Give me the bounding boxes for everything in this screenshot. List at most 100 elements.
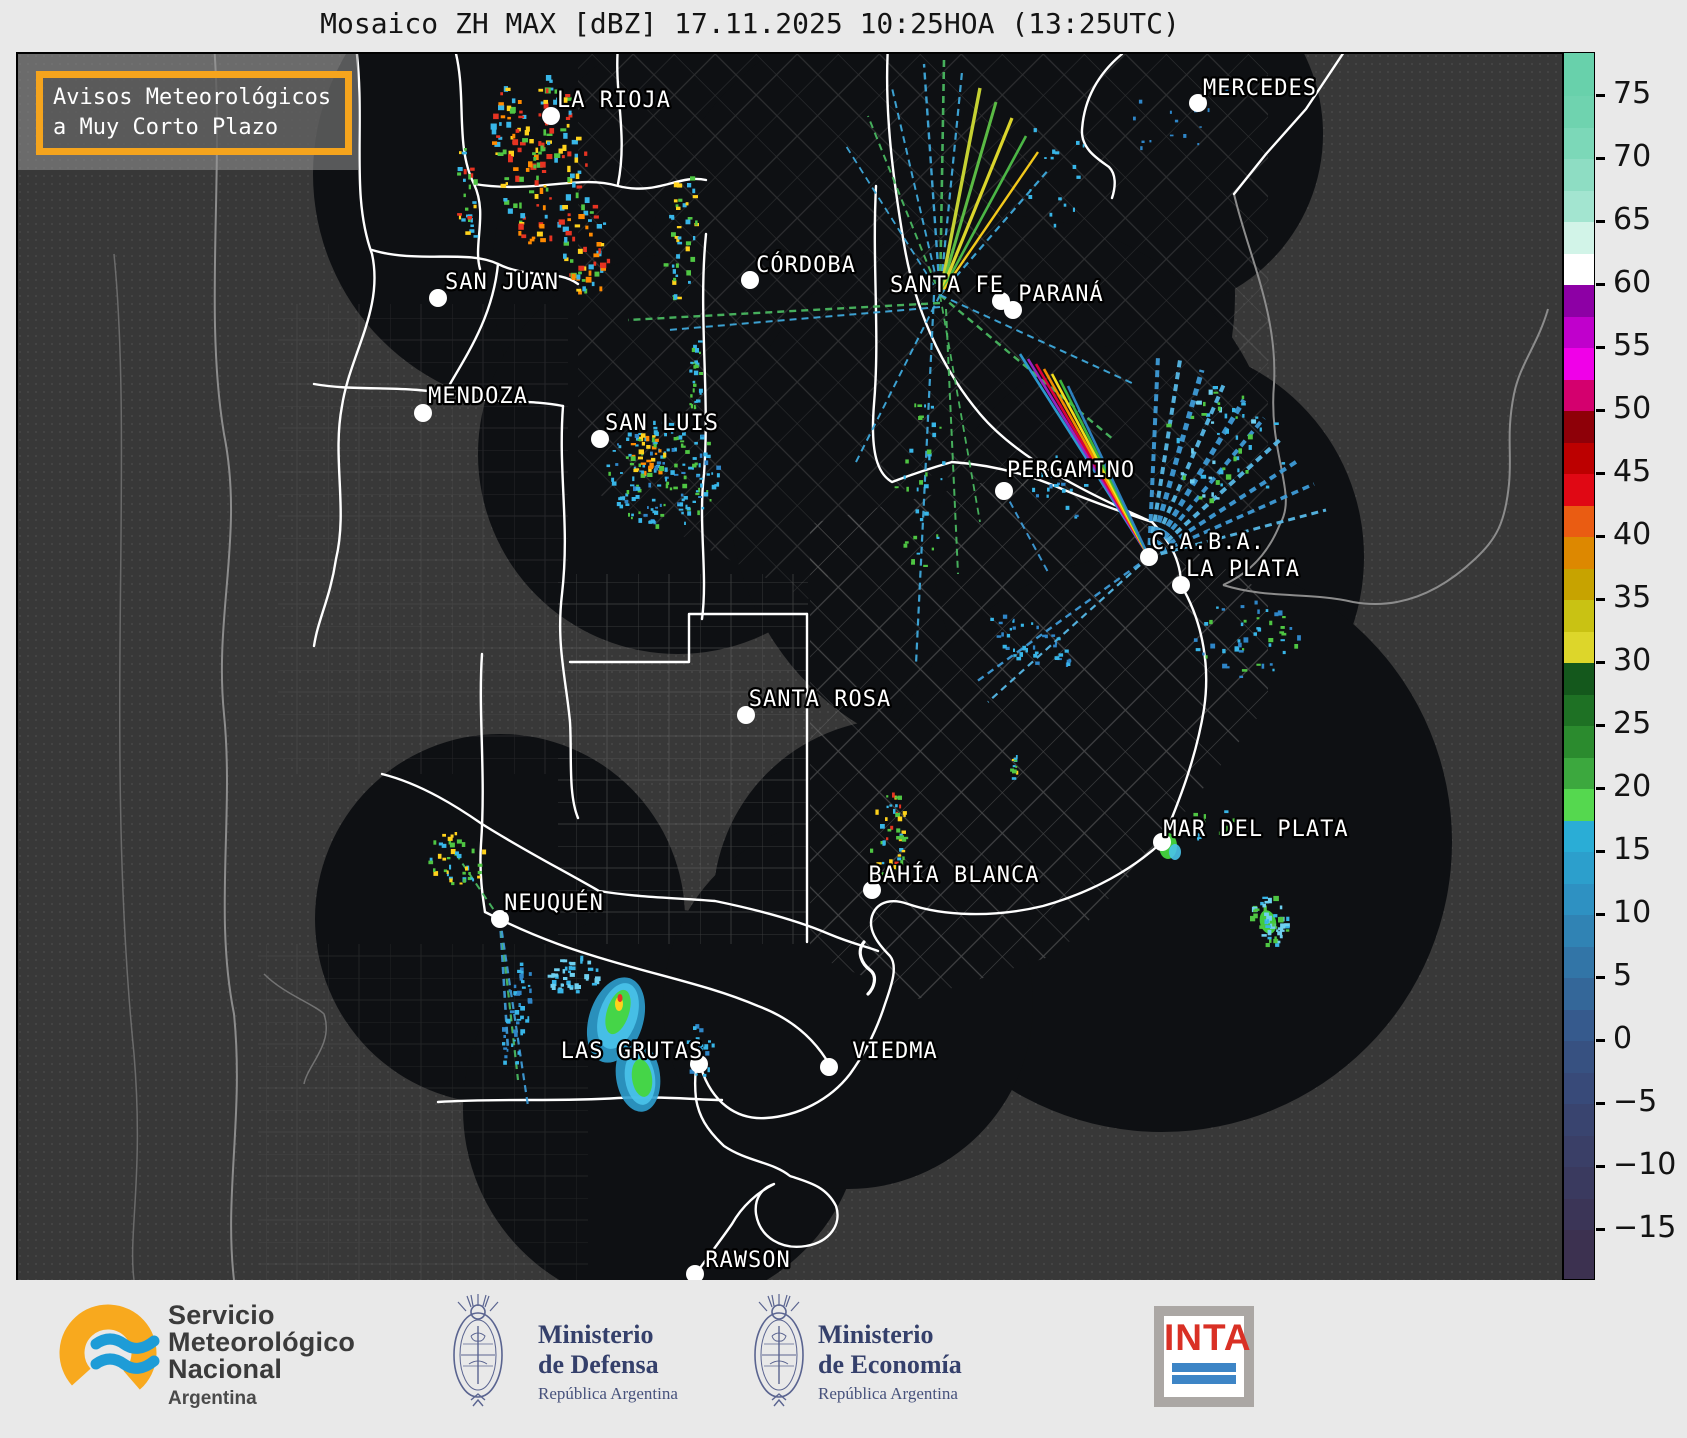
radar-echo-cell (576, 274, 581, 280)
radar-echo-cell (685, 241, 691, 246)
colorbar-segment (1564, 757, 1594, 790)
radar-echo-cell (699, 392, 702, 395)
radar-echo-cell (508, 156, 513, 163)
colorbar-tick-mark (1596, 1228, 1605, 1231)
colorbar-tick-mark (1596, 976, 1605, 979)
radar-echo-cell (618, 445, 622, 449)
radar-echo-cell (694, 348, 699, 353)
radar-echo-cell (528, 161, 533, 168)
radar-echo-cell (519, 110, 523, 114)
radar-echo-cell (563, 977, 568, 980)
radar-echo-cell (1190, 479, 1195, 484)
city-label: BAHÍA BLANCA (869, 862, 1040, 888)
inta-bar-1 (1172, 1363, 1236, 1372)
radar-echo-cell (655, 506, 658, 509)
radar-echo-cell (1256, 663, 1261, 666)
colorbar-tick-mark (1596, 787, 1605, 790)
radar-echo-cell (534, 180, 539, 186)
radar-echo-cell (1016, 656, 1022, 661)
radar-echo-cell (599, 286, 603, 292)
radar-echo-cell (593, 253, 600, 258)
radar-echo-cell (506, 121, 512, 128)
radar-echo-cell (893, 808, 896, 814)
radar-echo-cell (916, 487, 919, 492)
radar-echo-cell (549, 197, 552, 200)
radar-echo-cell (562, 144, 567, 151)
radar-echo-cell (692, 188, 696, 194)
radar-echo-cell (1233, 456, 1237, 462)
radar-echo-cell (518, 1004, 521, 1006)
radar-echo-cell (1278, 917, 1284, 923)
inta-logo: INTA (1154, 1306, 1254, 1407)
radar-echo-cell (626, 437, 630, 441)
radar-echo-cell (901, 830, 906, 834)
radar-echo-cell (1054, 151, 1060, 155)
radar-echo-cell (505, 1018, 511, 1024)
radar-echo-cell (465, 207, 469, 211)
radar-echo-cell (1262, 896, 1268, 899)
radar-echo-cell (695, 492, 700, 496)
radar-echo-cell (638, 463, 641, 468)
radar-echo-cell (917, 404, 923, 407)
warning-box[interactable]: Avisos Meteorológicos a Muy Corto Plazo (36, 71, 352, 155)
radar-echo-cell (532, 152, 536, 156)
radar-echo-cell (543, 99, 548, 104)
radar-echo-cell (1064, 649, 1069, 653)
radar-echo-cell (1204, 622, 1209, 626)
radar-echo-cell (660, 513, 665, 517)
radar-echo-cell (513, 203, 518, 208)
radar-echo-cell (544, 214, 548, 219)
radar-echo-cell (651, 520, 655, 524)
radar-echo-cell (698, 340, 703, 343)
radar-echo-cell (554, 968, 560, 972)
radar-echo-cell (906, 486, 909, 492)
radar-echo-cell (1240, 605, 1245, 609)
radar-echo-cell (711, 1043, 715, 1048)
radar-echo-cell (711, 472, 714, 475)
radar-echo-cell (1049, 484, 1053, 489)
radar-echo-cell (909, 448, 914, 453)
colorbar-tick-mark (1596, 1102, 1605, 1105)
radar-echo-cell (527, 984, 531, 987)
radar-echo-cell (1216, 606, 1219, 609)
radar-echo-cell (606, 258, 611, 264)
radar-echo-cell (596, 242, 602, 247)
radar-echo-cell (698, 496, 703, 498)
radar-echo-cell (517, 1051, 520, 1055)
radar-echo-cell (1035, 661, 1040, 665)
radar-echo-cell (651, 457, 656, 462)
radar-echo-cell (1212, 386, 1218, 390)
radar-echo-cell (692, 388, 695, 393)
radar-echo-cell (1251, 419, 1257, 424)
radar-echo-cell (1001, 632, 1004, 637)
radar-echo-cell (569, 961, 576, 966)
colorbar-segment (1564, 127, 1594, 160)
radar-echo-cell (711, 484, 717, 490)
radar-echo-cell (1012, 626, 1016, 630)
radar-echo-cell (693, 236, 696, 241)
radar-echo-cell (1264, 912, 1269, 916)
radar-echo-cell (441, 843, 447, 848)
radar-echo-cell (692, 381, 695, 384)
radar-echo-cell (645, 435, 650, 442)
radar-echo-cell (518, 230, 522, 236)
defensa-line1: Ministerio (538, 1320, 654, 1349)
radar-echo-blob (1169, 844, 1181, 860)
radar-echo-cell (700, 483, 703, 488)
radar-echo-cell (1044, 634, 1048, 639)
radar-echo-cell (520, 1029, 526, 1034)
radar-echo-cell (1036, 625, 1039, 630)
radar-echo-cell (457, 213, 462, 216)
radar-echo-cell (686, 270, 691, 276)
radar-echo-cell (870, 848, 874, 853)
radar-echo-cell (1076, 175, 1081, 179)
radar-echo-cell (1221, 608, 1225, 611)
radar-echo-cell (549, 128, 555, 134)
radar-echo-cell (647, 472, 653, 477)
radar-echo-cell (459, 882, 463, 885)
colorbar-tick-mark (1596, 661, 1605, 664)
radar-echo-cell (1193, 812, 1198, 817)
radar-echo-cell (1058, 653, 1064, 657)
colorbar-tick-label: 15 (1613, 832, 1652, 868)
radar-echo-cell (477, 870, 482, 875)
